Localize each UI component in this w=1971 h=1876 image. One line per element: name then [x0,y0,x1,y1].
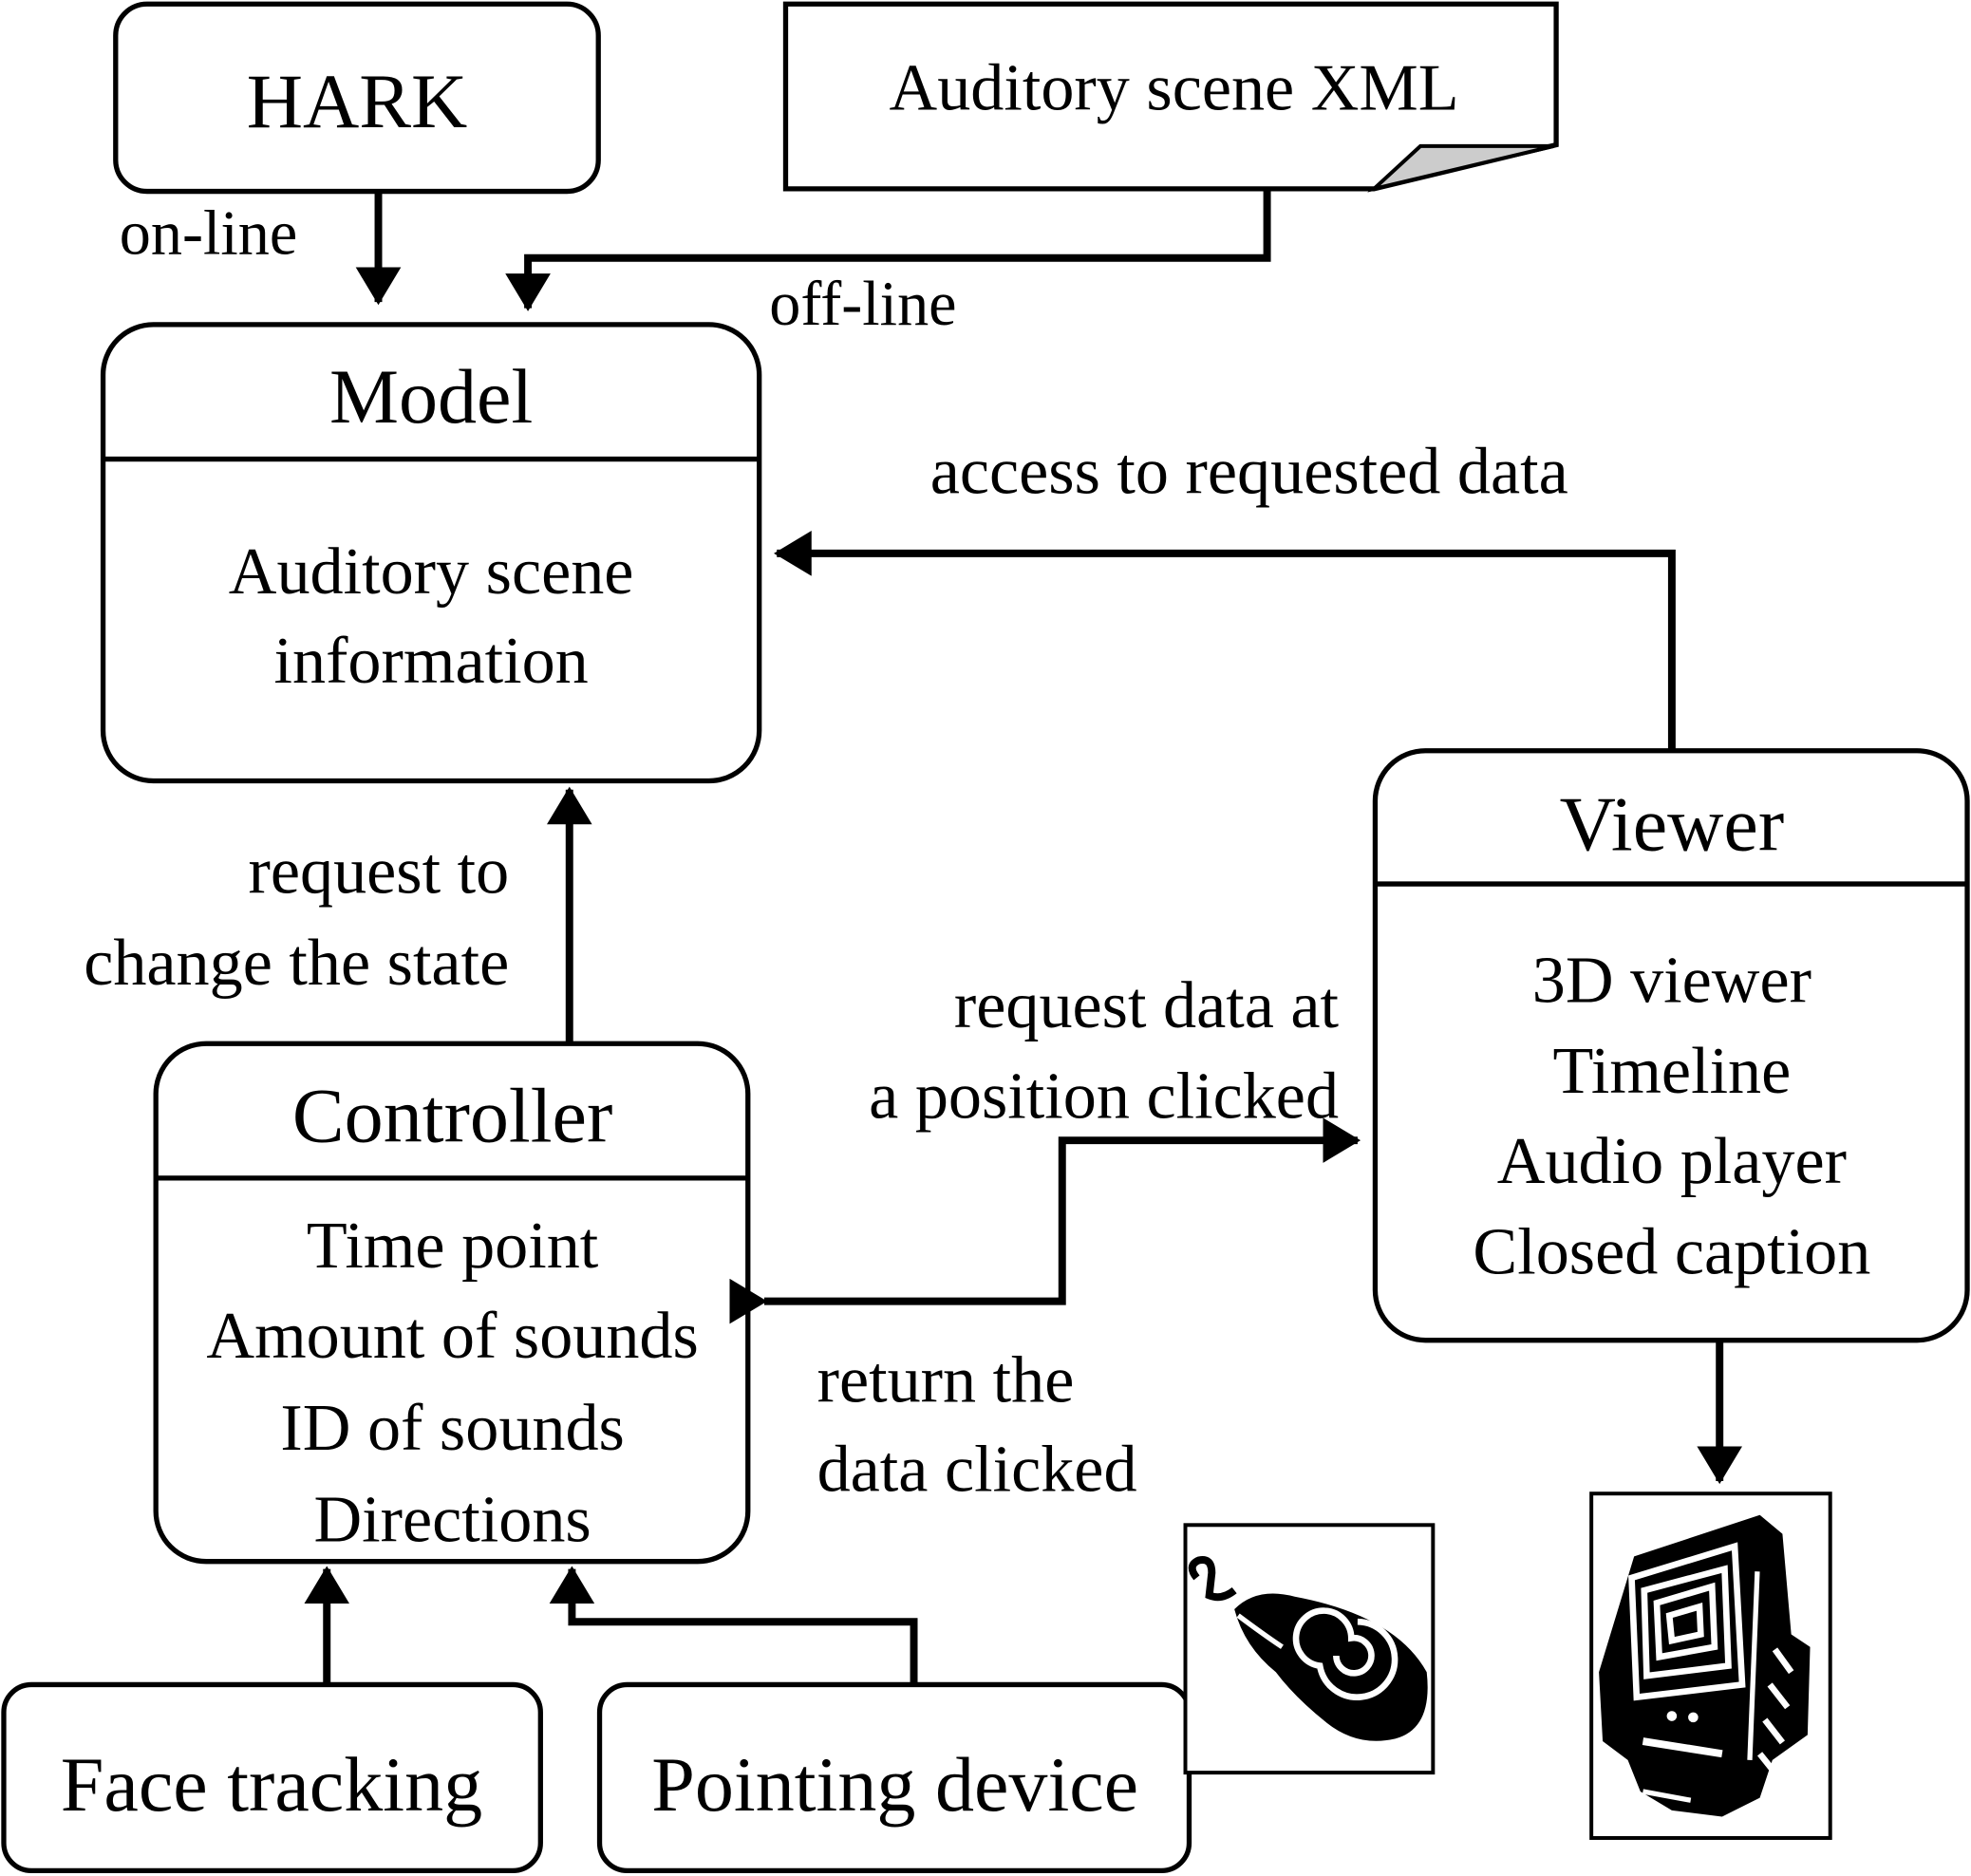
computer-monitor-icon [1589,1491,1832,1840]
viewer-node: Viewer 3D viewer Timeline Audio player C… [1372,748,1970,1343]
pointing-device-title: Pointing device [651,1741,1138,1828]
controller-title: Controller [292,1072,612,1158]
hark-node: HARK [113,1,601,195]
offline-label: off-line [769,270,956,339]
mvc-diagram: HARK Auditory scene XML on-line off-line… [1,1,1970,1874]
model-title: Model [329,353,533,440]
controller-node: Controller Time point Amount of sounds I… [153,1041,751,1565]
request-return-arrow [729,1117,1361,1324]
face-tracking-node: Face tracking [1,1681,543,1874]
access-arrow [774,531,1676,751]
pointing-device-arrow [549,1566,918,1685]
change-state-label-line: change the state [84,926,509,1000]
controller-body-line: Directions [314,1483,591,1557]
online-label: on-line [120,199,297,269]
viewer-title: Viewer [1560,780,1785,867]
viewer-body-line: Audio player [1497,1124,1847,1198]
model-node: Model Auditory scene information [100,322,762,784]
access-label: access to requested data [930,434,1568,508]
xml-title: Auditory scene XML [890,50,1459,124]
viewer-body-line: 3D viewer [1532,944,1811,1018]
hark-title: HARK [247,58,468,144]
return-data-label-line: return the [817,1343,1075,1417]
viewer-body-line: Closed caption [1473,1215,1870,1289]
controller-body-line: ID of sounds [280,1391,624,1465]
model-body-line: information [274,624,589,698]
request-data-label-line: a position clicked [869,1059,1339,1133]
pointing-device-node: Pointing device [596,1681,1192,1874]
controller-body-line: Time point [307,1209,599,1283]
model-body-line: Auditory scene [229,535,634,609]
face-tracking-title: Face tracking [61,1741,482,1828]
computer-mouse-icon [1183,1523,1436,1775]
request-data-label-line: request data at [954,968,1340,1042]
viewer-body-line: Timeline [1552,1034,1791,1108]
change-state-label-line: request to [249,834,510,908]
controller-body-line: Amount of sounds [206,1299,698,1373]
return-data-label-line: data clicked [817,1433,1137,1507]
xml-document-node: Auditory scene XML [782,1,1559,193]
